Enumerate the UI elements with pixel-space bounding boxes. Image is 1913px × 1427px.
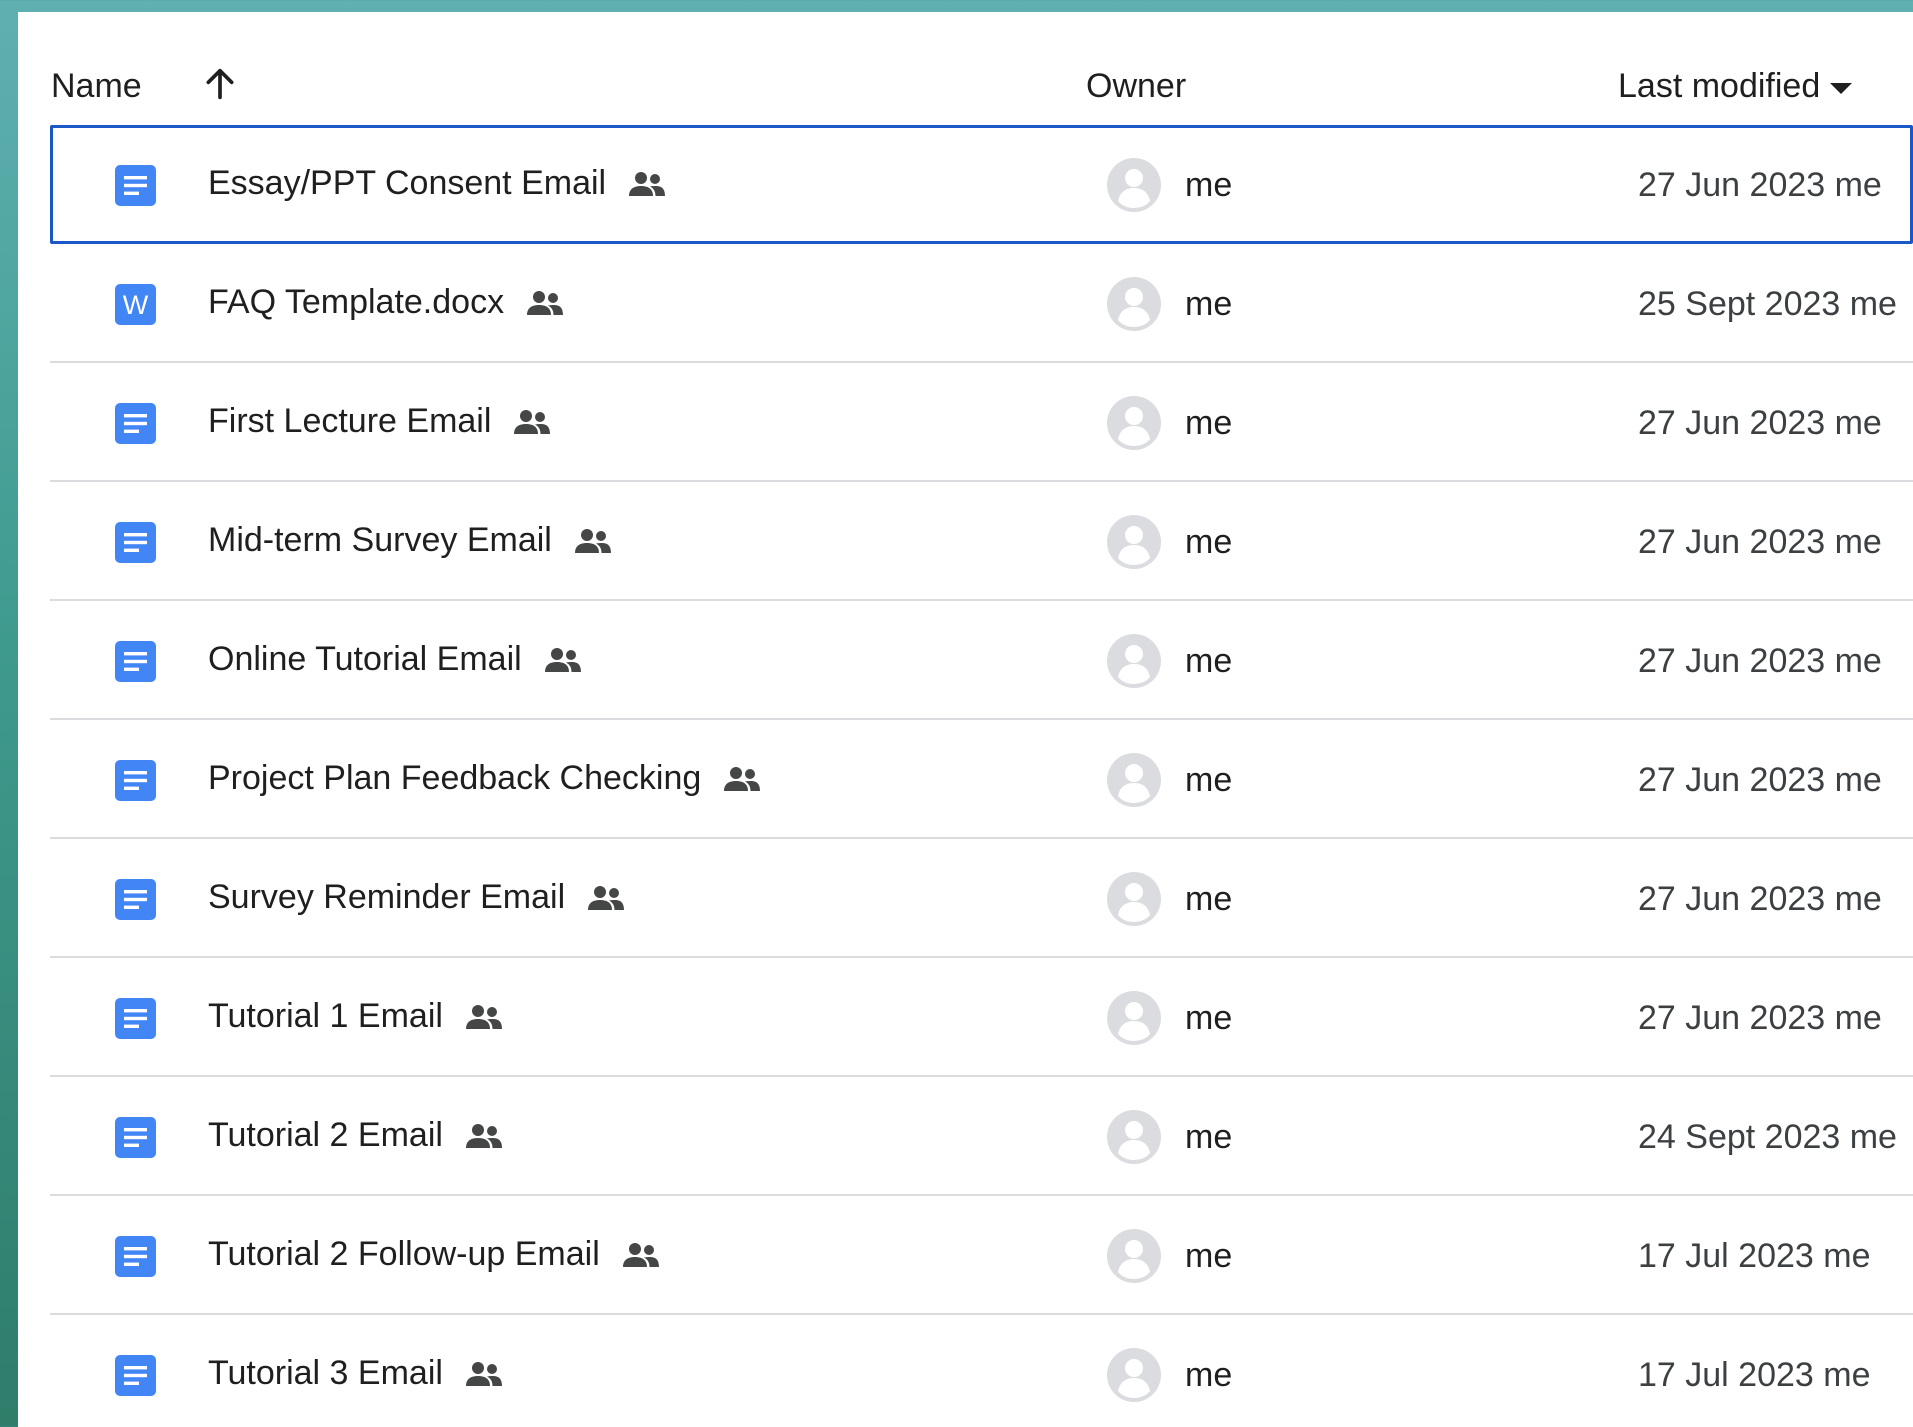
file-row[interactable]: Survey Reminder Email me 27 Jun 2023 me	[50, 839, 1913, 958]
owner-avatar-icon	[1107, 277, 1161, 331]
file-row[interactable]: Tutorial 2 Email me 24 Sept 2023 me	[50, 1077, 1913, 1196]
file-row[interactable]: Tutorial 2 Follow-up Email me 17 Jul 202…	[50, 1196, 1913, 1315]
owner-avatar-icon	[1107, 515, 1161, 569]
sort-ascending-arrow-icon[interactable]	[200, 64, 240, 104]
column-header-owner: Owner	[1086, 67, 1187, 105]
file-name-cell: Tutorial 3 Email	[208, 1354, 505, 1393]
file-name-cell: Project Plan Feedback Checking	[208, 759, 763, 798]
shared-people-icon	[465, 1361, 502, 1386]
owner-avatar-icon	[1107, 396, 1161, 450]
owner-name: me	[1185, 1237, 1233, 1275]
owner-avatar-icon	[1107, 1110, 1161, 1164]
owner-name: me	[1185, 880, 1233, 918]
shared-people-icon	[574, 528, 611, 553]
shared-people-icon	[622, 1242, 659, 1267]
owner-avatar-icon	[1107, 1348, 1161, 1402]
file-row[interactable]: Essay/PPT Consent Email me 27 Jun 2023 m…	[50, 125, 1913, 244]
owner-name: me	[1185, 523, 1233, 561]
google-docs-icon	[115, 1236, 156, 1277]
file-name: Online Tutorial Email	[208, 640, 522, 678]
file-row[interactable]: Tutorial 1 Email me 27 Jun 2023 me	[50, 958, 1913, 1077]
last-modified-value: 27 Jun 2023 me	[1638, 523, 1882, 561]
google-docs-icon	[115, 165, 156, 206]
google-docs-icon	[115, 403, 156, 444]
last-modified-value: 17 Jul 2023 me	[1638, 1356, 1871, 1394]
file-row[interactable]: Project Plan Feedback Checking me 27 Jun…	[50, 720, 1913, 839]
owner-avatar-icon	[1107, 1229, 1161, 1283]
owner-avatar-icon	[1107, 872, 1161, 926]
column-header-name[interactable]: Name	[51, 67, 142, 106]
file-rows: Essay/PPT Consent Email me 27 Jun 2023 m…	[50, 125, 1913, 1427]
file-name: Mid-term Survey Email	[208, 521, 552, 559]
google-docs-icon	[115, 1117, 156, 1158]
file-row[interactable]: Online Tutorial Email me 27 Jun 2023 me	[50, 601, 1913, 720]
file-name: Tutorial 2 Email	[208, 1116, 443, 1154]
caret-down-icon	[1830, 83, 1853, 94]
file-list-panel: Name Owner Last modified Essay/PPT Conse…	[18, 12, 1913, 1427]
shared-people-icon	[629, 171, 666, 196]
google-docs-icon	[115, 1355, 156, 1396]
google-docs-icon	[115, 879, 156, 920]
last-modified-value: 27 Jun 2023 me	[1638, 880, 1882, 918]
shared-people-icon	[514, 409, 551, 434]
file-name-cell: Tutorial 2 Email	[208, 1116, 505, 1155]
google-docs-icon	[115, 522, 156, 563]
owner-avatar-icon	[1107, 158, 1161, 212]
owner-avatar-icon	[1107, 634, 1161, 688]
shared-people-icon	[724, 766, 761, 791]
google-docs-icon	[115, 641, 156, 682]
owner-name: me	[1185, 761, 1233, 799]
owner-name: me	[1185, 404, 1233, 442]
file-name-cell: Online Tutorial Email	[208, 640, 584, 679]
google-docs-icon	[115, 760, 156, 801]
word-doc-icon: W	[115, 284, 156, 325]
file-name-cell: Mid-term Survey Email	[208, 521, 614, 560]
file-name-cell: Tutorial 2 Follow-up Email	[208, 1235, 662, 1274]
shared-people-icon	[465, 1123, 502, 1148]
file-name: Survey Reminder Email	[208, 878, 566, 916]
last-modified-value: 27 Jun 2023 me	[1638, 404, 1882, 442]
last-modified-value: 25 Sept 2023 me	[1638, 285, 1897, 323]
last-modified-value: 17 Jul 2023 me	[1638, 1237, 1871, 1275]
file-name: Tutorial 2 Follow-up Email	[208, 1235, 600, 1273]
google-docs-icon	[115, 998, 156, 1039]
file-name: Essay/PPT Consent Email	[208, 164, 607, 202]
file-name-cell: Survey Reminder Email	[208, 878, 627, 917]
shared-people-icon	[588, 885, 625, 910]
owner-avatar-icon	[1107, 991, 1161, 1045]
owner-name: me	[1185, 1118, 1233, 1156]
last-modified-value: 27 Jun 2023 me	[1638, 999, 1882, 1037]
file-row[interactable]: Mid-term Survey Email me 27 Jun 2023 me	[50, 482, 1913, 601]
file-name-cell: FAQ Template.docx	[208, 283, 566, 322]
owner-name: me	[1185, 285, 1233, 323]
last-modified-value: 27 Jun 2023 me	[1638, 166, 1882, 204]
owner-avatar-icon	[1107, 753, 1161, 807]
column-header-last-modified-label: Last modified	[1618, 67, 1821, 105]
file-name-cell: Essay/PPT Consent Email	[208, 164, 668, 203]
file-row[interactable]: W FAQ Template.docx me 25 Sept 2023 me	[50, 244, 1913, 363]
last-modified-value: 27 Jun 2023 me	[1638, 761, 1882, 799]
column-header-last-modified[interactable]: Last modified	[1618, 67, 1853, 106]
file-list-header: Name Owner Last modified	[18, 12, 1913, 125]
file-name-cell: First Lecture Email	[208, 402, 553, 441]
file-name: FAQ Template.docx	[208, 283, 505, 321]
owner-name: me	[1185, 642, 1233, 680]
shared-people-icon	[527, 290, 564, 315]
last-modified-value: 27 Jun 2023 me	[1638, 642, 1882, 680]
file-name: Project Plan Feedback Checking	[208, 759, 702, 797]
file-row[interactable]: Tutorial 3 Email me 17 Jul 2023 me	[50, 1315, 1913, 1427]
word-doc-icon-letter: W	[123, 290, 149, 320]
owner-name: me	[1185, 999, 1233, 1037]
shared-people-icon	[465, 1004, 502, 1029]
file-name-cell: Tutorial 1 Email	[208, 997, 505, 1036]
owner-name: me	[1185, 1356, 1233, 1394]
owner-name: me	[1185, 166, 1233, 204]
shared-people-icon	[544, 647, 581, 672]
file-name: First Lecture Email	[208, 402, 492, 440]
file-name: Tutorial 1 Email	[208, 997, 443, 1035]
file-name: Tutorial 3 Email	[208, 1354, 443, 1392]
last-modified-value: 24 Sept 2023 me	[1638, 1118, 1897, 1156]
file-row[interactable]: First Lecture Email me 27 Jun 2023 me	[50, 363, 1913, 482]
